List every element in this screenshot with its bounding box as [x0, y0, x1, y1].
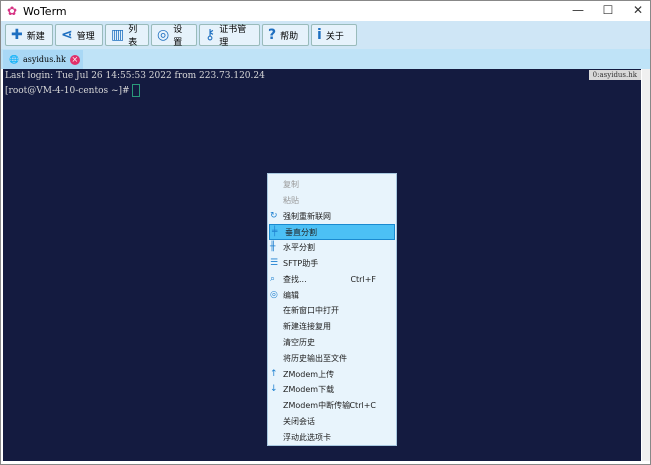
- toolbar-button-0[interactable]: ✚ 新建: [5, 24, 53, 46]
- toolbar-button-label: 关于: [325, 31, 344, 42]
- app-logo-icon: ✿: [7, 4, 18, 18]
- download-arrow-icon: ↓: [270, 384, 278, 395]
- menu-item-label: 查找...: [283, 274, 307, 284]
- menu-item-label: SFTP助手: [283, 258, 319, 268]
- minimize-button[interactable]: —: [565, 3, 591, 17]
- menu-item-shortcut: Ctrl+C: [349, 401, 376, 411]
- menu-item[interactable]: 粘贴: [268, 193, 396, 209]
- toolbar-button-label: 列表: [128, 25, 138, 48]
- menu-item-label: 垂直分割: [285, 228, 317, 238]
- menu-item-label: 关闭会话: [283, 416, 315, 426]
- menu-item-shortcut: Ctrl+F: [350, 274, 376, 284]
- menu-item-label: 编辑: [283, 290, 299, 300]
- context-menu: 复制粘贴 ↻ 强制重新联网 ╪ 垂直分割 ╫ 水平分割 ☰ SFTP助手 ⌕ 查找... Ctrl+F…: [267, 173, 397, 446]
- toolbar-button-label: 新建: [26, 31, 45, 42]
- menu-item-label: 复制: [283, 180, 299, 189]
- palette-icon: ◎: [270, 289, 278, 300]
- find-icon: ⌕: [270, 273, 276, 284]
- maximize-button[interactable]: ☐: [595, 3, 621, 17]
- toolbar-button-4[interactable]: ⚷ 证书管理: [199, 24, 260, 48]
- tab-close-icon[interactable]: ×: [69, 54, 80, 65]
- toolbar-button-3[interactable]: ◎ 设置: [151, 24, 197, 48]
- toolbar: ✚ 新建 ⋖ 管理 ▥ 列表 ◎ 设置 ⚷ 证书管理? 帮助 i 关于: [1, 21, 650, 49]
- menu-item[interactable]: 复制: [268, 177, 396, 193]
- menu-item[interactable]: 在新窗口中打开: [268, 303, 396, 319]
- key-icon: ⚷: [205, 27, 216, 43]
- sftp-icon: ☰: [270, 257, 279, 268]
- upload-arrow-icon: ↑: [270, 368, 278, 379]
- share-icon: ⋖: [61, 27, 73, 43]
- toolbar-button-5[interactable]: ? 帮助: [262, 24, 309, 46]
- session-badge: 0:asyidus.hk: [588, 70, 641, 80]
- menu-item[interactable]: 清空历史: [268, 335, 396, 351]
- menu-item[interactable]: ◎ 编辑: [268, 288, 396, 304]
- palette-icon: ◎: [157, 27, 170, 43]
- menu-item-label: 将历史输出至文件: [283, 353, 347, 363]
- list-icon: ▥: [111, 27, 125, 43]
- menu-item[interactable]: 浮动此选项卡: [268, 430, 396, 446]
- menu-item-label: 强制重新联网: [283, 211, 331, 221]
- toolbar-button-1[interactable]: ⋖ 管理: [55, 24, 103, 46]
- scrollbar[interactable]: [642, 69, 650, 461]
- help-icon: ?: [268, 27, 277, 43]
- globe-icon: 🌐: [9, 55, 19, 64]
- menu-item-label: ZModem下载: [283, 385, 335, 395]
- vertical-split-icon: ╪: [272, 227, 278, 238]
- toolbar-button-6[interactable]: i 关于: [311, 24, 357, 46]
- menu-item[interactable]: 新建连接复用: [268, 319, 396, 335]
- menu-item-label: 新建连接复用: [283, 322, 331, 332]
- terminal-line: Last login: Tue Jul 26 14:55:53 2022 fro…: [5, 71, 265, 81]
- tab-bar: 🌐 asyidus.hk ×: [1, 49, 650, 69]
- menu-item[interactable]: 关闭会话: [268, 414, 396, 430]
- menu-item-label: ZModem上传: [283, 369, 335, 379]
- menu-item[interactable]: 将历史输出至文件: [268, 351, 396, 367]
- menu-item[interactable]: ZModem中断传输 Ctrl+C: [268, 398, 396, 414]
- terminal-prompt-line: [root@VM-4-10-centos ~]#: [5, 84, 141, 97]
- toolbar-button-label: 证书管理: [219, 25, 247, 48]
- menu-item-label: 浮动此选项卡: [283, 432, 331, 442]
- menu-item-label: ZModem中断传输: [283, 401, 351, 411]
- info-icon: i: [317, 27, 322, 43]
- menu-item[interactable]: ↓ ZModem下载: [268, 382, 396, 398]
- title-bar: ✿ WoTerm — ☐ ✕: [1, 1, 650, 21]
- menu-item-label: 在新窗口中打开: [283, 306, 339, 316]
- reconnect-icon: ↻: [270, 210, 278, 221]
- toolbar-button-label: 设置: [173, 25, 183, 48]
- close-button[interactable]: ✕: [625, 3, 651, 17]
- toolbar-button-label: 帮助: [280, 31, 299, 42]
- toolbar-button-label: 管理: [76, 31, 95, 42]
- menu-item-label: 清空历史: [283, 337, 315, 347]
- prompt: [root@VM-4-10-centos ~]#: [5, 86, 133, 96]
- menu-item[interactable]: ☰ SFTP助手: [268, 256, 396, 272]
- plus-icon: ✚: [11, 27, 23, 43]
- menu-item[interactable]: ╫ 水平分割: [268, 240, 396, 256]
- menu-item[interactable]: ╪ 垂直分割: [269, 224, 395, 241]
- menu-item[interactable]: ↻ 强制重新联网: [268, 209, 396, 225]
- menu-item-label: 粘贴: [283, 195, 299, 205]
- toolbar-button-2[interactable]: ▥ 列表: [105, 24, 149, 48]
- window-title: WoTerm: [23, 5, 67, 18]
- menu-item-label: 水平分割: [283, 243, 315, 253]
- tab-label: asyidus.hk: [22, 55, 66, 64]
- menu-item[interactable]: ↑ ZModem上传: [268, 367, 396, 383]
- menu-item[interactable]: ⌕ 查找... Ctrl+F: [268, 272, 396, 288]
- cursor: [132, 84, 141, 97]
- session-tab[interactable]: 🌐 asyidus.hk ×: [3, 50, 83, 69]
- horizontal-split-icon: ╫: [270, 242, 276, 253]
